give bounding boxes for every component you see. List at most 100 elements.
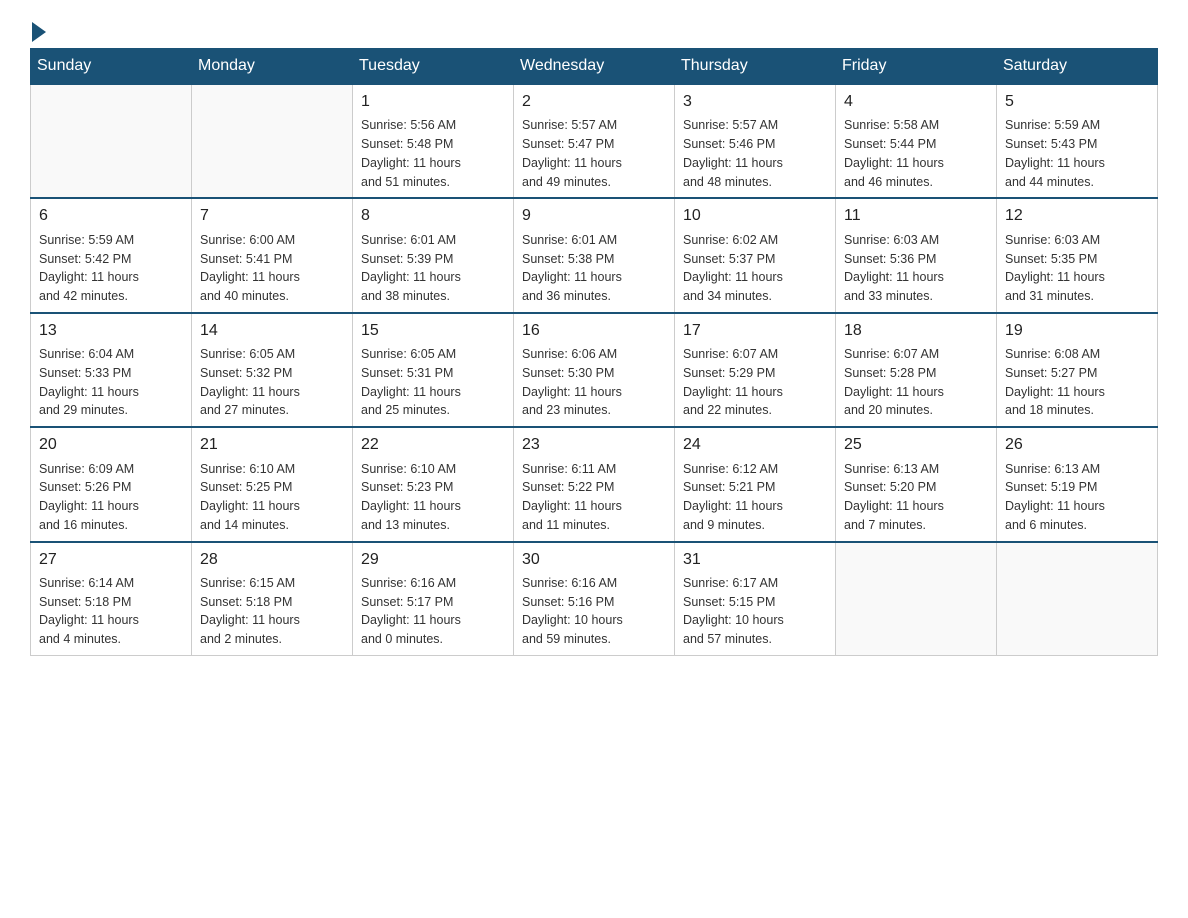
weekday-header-saturday: Saturday [997,49,1158,85]
day-number: 10 [683,205,827,227]
day-sun-info: Sunrise: 6:05 AMSunset: 5:31 PMDaylight:… [361,345,505,420]
calendar-week-5: 27 Sunrise: 6:14 AMSunset: 5:18 PMDayligh… [31,542,1158,656]
calendar-week-2: 6Sunrise: 5:59 AMSunset: 5:42 PMDaylight… [31,198,1158,312]
calendar-cell: 14 Sunrise: 6:05 AMSunset: 5:32 PMDayligh… [192,313,353,427]
calendar-cell: 18 Sunrise: 6:07 AMSunset: 5:28 PMDayligh… [836,313,997,427]
day-number: 29 [361,549,505,571]
calendar-cell: 6Sunrise: 5:59 AMSunset: 5:42 PMDaylight… [31,198,192,312]
day-number: 12 [1005,205,1149,227]
calendar-cell: 28 Sunrise: 6:15 AMSunset: 5:18 PMDayligh… [192,542,353,656]
day-sun-info: Sunrise: 5:56 AMSunset: 5:48 PMDaylight:… [361,116,505,191]
calendar-cell: 27 Sunrise: 6:14 AMSunset: 5:18 PMDayligh… [31,542,192,656]
day-sun-info: Sunrise: 5:58 AMSunset: 5:44 PMDaylight:… [844,116,988,191]
calendar-cell: 30 Sunrise: 6:16 AMSunset: 5:16 PMDayligh… [514,542,675,656]
calendar-cell: 26 Sunrise: 6:13 AMSunset: 5:19 PMDayligh… [997,427,1158,541]
day-sun-info: Sunrise: 5:57 AMSunset: 5:46 PMDaylight:… [683,116,827,191]
calendar-cell: 17Sunrise: 6:07 AMSunset: 5:29 PMDayligh… [675,313,836,427]
day-sun-info: Sunrise: 6:10 AMSunset: 5:23 PMDaylight:… [361,460,505,535]
calendar-cell: 12 Sunrise: 6:03 AMSunset: 5:35 PMDayligh… [997,198,1158,312]
day-sun-info: Sunrise: 6:03 AMSunset: 5:36 PMDaylight:… [844,231,988,306]
weekday-header-wednesday: Wednesday [514,49,675,85]
calendar-cell: 21 Sunrise: 6:10 AMSunset: 5:25 PMDayligh… [192,427,353,541]
calendar-cell: 9 Sunrise: 6:01 AMSunset: 5:38 PMDaylight… [514,198,675,312]
day-number: 25 [844,434,988,456]
day-sun-info: Sunrise: 6:02 AMSunset: 5:37 PMDaylight:… [683,231,827,306]
day-sun-info: Sunrise: 6:06 AMSunset: 5:30 PMDaylight:… [522,345,666,420]
day-sun-info: Sunrise: 6:08 AMSunset: 5:27 PMDaylight:… [1005,345,1149,420]
day-sun-info: Sunrise: 6:16 AMSunset: 5:17 PMDaylight:… [361,574,505,649]
day-number: 13 [39,320,183,342]
calendar-cell: 1Sunrise: 5:56 AMSunset: 5:48 PMDaylight… [353,84,514,198]
calendar-cell: 2Sunrise: 5:57 AMSunset: 5:47 PMDaylight… [514,84,675,198]
day-number: 14 [200,320,344,342]
day-sun-info: Sunrise: 6:04 AMSunset: 5:33 PMDaylight:… [39,345,183,420]
day-sun-info: Sunrise: 6:03 AMSunset: 5:35 PMDaylight:… [1005,231,1149,306]
day-sun-info: Sunrise: 6:01 AMSunset: 5:38 PMDaylight:… [522,231,666,306]
day-sun-info: Sunrise: 6:01 AMSunset: 5:39 PMDaylight:… [361,231,505,306]
day-sun-info: Sunrise: 6:07 AMSunset: 5:29 PMDaylight:… [683,345,827,420]
day-number: 27 [39,549,183,571]
calendar-cell: 31 Sunrise: 6:17 AMSunset: 5:15 PMDayligh… [675,542,836,656]
day-number: 9 [522,205,666,227]
calendar-cell: 4 Sunrise: 5:58 AMSunset: 5:44 PMDaylight… [836,84,997,198]
day-sun-info: Sunrise: 6:15 AMSunset: 5:18 PMDaylight:… [200,574,344,649]
calendar-cell [192,84,353,198]
calendar-week-1: 1Sunrise: 5:56 AMSunset: 5:48 PMDaylight… [31,84,1158,198]
day-sun-info: Sunrise: 6:00 AMSunset: 5:41 PMDaylight:… [200,231,344,306]
weekday-header-monday: Monday [192,49,353,85]
day-sun-info: Sunrise: 5:57 AMSunset: 5:47 PMDaylight:… [522,116,666,191]
logo-arrow-icon [32,22,46,42]
day-number: 11 [844,205,988,227]
calendar-cell [997,542,1158,656]
calendar-cell: 13 Sunrise: 6:04 AMSunset: 5:33 PMDayligh… [31,313,192,427]
day-sun-info: Sunrise: 6:13 AMSunset: 5:19 PMDaylight:… [1005,460,1149,535]
calendar-cell: 7 Sunrise: 6:00 AMSunset: 5:41 PMDaylight… [192,198,353,312]
day-sun-info: Sunrise: 6:07 AMSunset: 5:28 PMDaylight:… [844,345,988,420]
day-number: 21 [200,434,344,456]
weekday-header-thursday: Thursday [675,49,836,85]
calendar-cell: 20 Sunrise: 6:09 AMSunset: 5:26 PMDayligh… [31,427,192,541]
day-number: 4 [844,91,988,113]
day-number: 3 [683,91,827,113]
calendar-cell: 11 Sunrise: 6:03 AMSunset: 5:36 PMDayligh… [836,198,997,312]
day-sun-info: Sunrise: 6:11 AMSunset: 5:22 PMDaylight:… [522,460,666,535]
day-number: 15 [361,320,505,342]
day-number: 8 [361,205,505,227]
day-sun-info: Sunrise: 6:17 AMSunset: 5:15 PMDaylight:… [683,574,827,649]
logo [30,20,46,38]
day-number: 22 [361,434,505,456]
day-sun-info: Sunrise: 5:59 AMSunset: 5:43 PMDaylight:… [1005,116,1149,191]
day-sun-info: Sunrise: 6:14 AMSunset: 5:18 PMDaylight:… [39,574,183,649]
page-header [30,20,1158,38]
day-sun-info: Sunrise: 6:10 AMSunset: 5:25 PMDaylight:… [200,460,344,535]
day-number: 28 [200,549,344,571]
calendar-table: SundayMondayTuesdayWednesdayThursdayFrid… [30,48,1158,656]
calendar-cell: 3 Sunrise: 5:57 AMSunset: 5:46 PMDaylight… [675,84,836,198]
day-number: 24 [683,434,827,456]
day-number: 30 [522,549,666,571]
day-number: 18 [844,320,988,342]
calendar-cell: 22 Sunrise: 6:10 AMSunset: 5:23 PMDayligh… [353,427,514,541]
day-number: 7 [200,205,344,227]
weekday-header-tuesday: Tuesday [353,49,514,85]
calendar-week-3: 13 Sunrise: 6:04 AMSunset: 5:33 PMDayligh… [31,313,1158,427]
day-number: 26 [1005,434,1149,456]
day-number: 31 [683,549,827,571]
calendar-cell [31,84,192,198]
weekday-header-row: SundayMondayTuesdayWednesdayThursdayFrid… [31,49,1158,85]
calendar-cell: 15 Sunrise: 6:05 AMSunset: 5:31 PMDayligh… [353,313,514,427]
calendar-cell: 5 Sunrise: 5:59 AMSunset: 5:43 PMDaylight… [997,84,1158,198]
day-sun-info: Sunrise: 6:12 AMSunset: 5:21 PMDaylight:… [683,460,827,535]
calendar-cell: 29 Sunrise: 6:16 AMSunset: 5:17 PMDayligh… [353,542,514,656]
day-number: 6 [39,205,183,227]
weekday-header-friday: Friday [836,49,997,85]
day-number: 20 [39,434,183,456]
day-number: 19 [1005,320,1149,342]
day-sun-info: Sunrise: 6:05 AMSunset: 5:32 PMDaylight:… [200,345,344,420]
day-sun-info: Sunrise: 6:09 AMSunset: 5:26 PMDaylight:… [39,460,183,535]
weekday-header-sunday: Sunday [31,49,192,85]
day-number: 5 [1005,91,1149,113]
day-sun-info: Sunrise: 6:16 AMSunset: 5:16 PMDaylight:… [522,574,666,649]
calendar-cell: 19 Sunrise: 6:08 AMSunset: 5:27 PMDayligh… [997,313,1158,427]
calendar-cell: 23Sunrise: 6:11 AMSunset: 5:22 PMDayligh… [514,427,675,541]
